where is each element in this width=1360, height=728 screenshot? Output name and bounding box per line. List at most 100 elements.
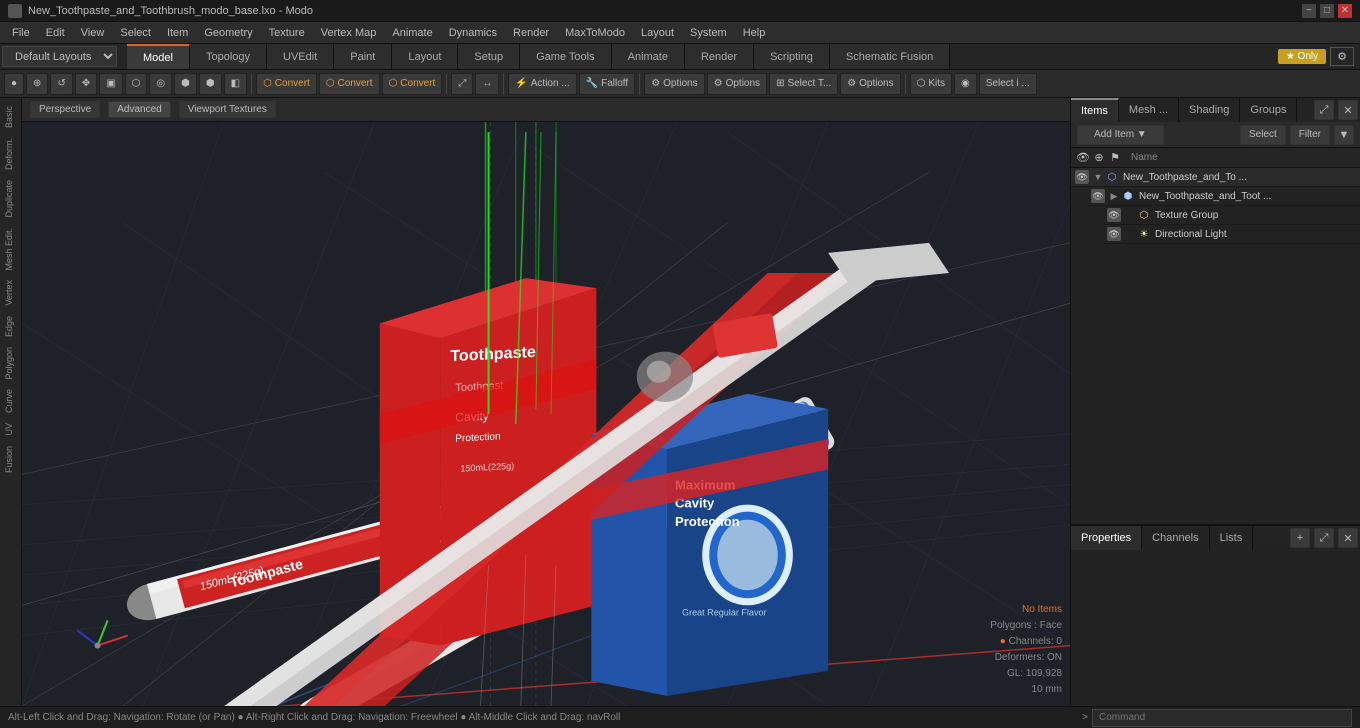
tool-split[interactable]: ◧ (224, 73, 247, 95)
mode-tab-scripting[interactable]: Scripting (754, 44, 830, 69)
sidebar-tab-meshedit[interactable]: Mesh Edit. (2, 224, 20, 275)
mode-tab-topology[interactable]: Topology (190, 44, 267, 69)
move-tool[interactable]: ⤢ (451, 73, 473, 95)
filter-dropdown[interactable]: ▼ (1334, 125, 1354, 145)
menu-item-select[interactable]: Select (112, 25, 159, 41)
expand-arrow[interactable]: ▼ (1093, 172, 1103, 182)
sidebar-tab-edge[interactable]: Edge (2, 312, 20, 341)
tool-crosshair[interactable]: ⊕ (26, 73, 48, 95)
menu-item-dynamics[interactable]: Dynamics (441, 25, 505, 41)
prop-close[interactable]: ✕ (1338, 528, 1358, 548)
tool-select-circle[interactable]: ◎ (149, 73, 172, 95)
window-controls[interactable]: − □ ✕ (1302, 4, 1352, 18)
items-tab-shading[interactable]: Shading (1179, 98, 1240, 122)
list-item[interactable]: 👁 ▼ ⬡ New_Toothpaste_and_To ... (1071, 168, 1360, 187)
mode-tab-paint[interactable]: Paint (334, 44, 392, 69)
items-tab-items[interactable]: Items (1071, 98, 1119, 122)
sidebar-tab-basic[interactable]: Basic (2, 102, 20, 132)
tool-lasso[interactable]: ⬡ (125, 73, 148, 95)
perspective-button[interactable]: Perspective (30, 101, 100, 118)
expand-arrow[interactable]: ▶ (1109, 191, 1119, 201)
menu-item-item[interactable]: Item (159, 25, 196, 41)
mode-tab-schematic-fusion[interactable]: Schematic Fusion (830, 44, 950, 69)
select-button[interactable]: Select (1240, 125, 1286, 145)
mode-tab-setup[interactable]: Setup (458, 44, 520, 69)
mode-tab-uvedit[interactable]: UVEdit (267, 44, 334, 69)
kits-button[interactable]: ⬡ Kits (910, 73, 952, 95)
options-button-1[interactable]: ⚙ Options (644, 73, 704, 95)
tool-move[interactable]: ✥ (75, 73, 97, 95)
options-button-2[interactable]: ⚙ Options (707, 73, 767, 95)
convert-button-2[interactable]: ⬡ Convert (319, 73, 380, 95)
prop-add-button[interactable]: + (1290, 528, 1310, 548)
convert-button-3[interactable]: ⬡ Convert (382, 73, 443, 95)
prop-tab-properties[interactable]: Properties (1071, 526, 1142, 550)
menu-item-edit[interactable]: Edit (38, 25, 73, 41)
advanced-button[interactable]: Advanced (108, 101, 170, 118)
sidebar-tab-duplicate[interactable]: Duplicate (2, 176, 20, 222)
gear-button[interactable]: ⚙ (1330, 47, 1354, 66)
select-i-button[interactable]: ◉ (954, 73, 977, 95)
mode-tab-game-tools[interactable]: Game Tools (520, 44, 612, 69)
sidebar-tab-polygon[interactable]: Polygon (2, 343, 20, 384)
menu-item-geometry[interactable]: Geometry (196, 25, 260, 41)
items-panel-close[interactable]: ✕ (1338, 100, 1358, 120)
list-item[interactable]: 👁 ▶ ⬡ Texture Group (1103, 206, 1360, 225)
menu-item-file[interactable]: File (4, 25, 38, 41)
menu-item-layout[interactable]: Layout (633, 25, 682, 41)
mode-tab-model[interactable]: Model (127, 44, 190, 69)
visibility-icon[interactable]: 👁 (1107, 227, 1121, 241)
prop-maximize[interactable]: ⤢ (1314, 528, 1334, 548)
mode-tab-layout[interactable]: Layout (392, 44, 458, 69)
prop-tab-lists[interactable]: Lists (1210, 526, 1254, 550)
items-tab-groups[interactable]: Groups (1240, 98, 1297, 122)
options-button-3[interactable]: ⚙ Options (840, 73, 900, 95)
menu-item-texture[interactable]: Texture (261, 25, 313, 41)
action-button[interactable]: ⚡ Action ... (508, 73, 576, 95)
tool-mesh2[interactable]: ⬢ (199, 73, 222, 95)
mode-tab-render[interactable]: Render (685, 44, 754, 69)
close-button[interactable]: ✕ (1338, 4, 1352, 18)
sidebar-tab-uv[interactable]: UV (2, 419, 20, 440)
maximize-button[interactable]: □ (1320, 4, 1334, 18)
sidebar-tab-deform[interactable]: Deform. (2, 134, 20, 174)
visibility-icon[interactable]: 👁 (1091, 189, 1105, 203)
visibility-icon[interactable]: 👁 (1107, 208, 1121, 222)
menu-item-help[interactable]: Help (735, 25, 774, 41)
visibility-icon[interactable]: 👁 (1075, 170, 1089, 184)
list-item[interactable]: 👁 ▶ ☀ Directional Light (1103, 225, 1360, 244)
menu-item-system[interactable]: System (682, 25, 735, 41)
items-panel-maximize[interactable]: ⤢ (1314, 100, 1334, 120)
tool-circle[interactable]: ● (4, 73, 24, 95)
command-input[interactable] (1092, 709, 1352, 727)
sidebar-tab-curve[interactable]: Curve (2, 385, 20, 417)
menu-item-view[interactable]: View (73, 25, 113, 41)
viewport[interactable]: Perspective Advanced Viewport Textures (22, 98, 1070, 706)
add-item-button[interactable]: Add Item ▼ (1077, 125, 1164, 145)
minimize-button[interactable]: − (1302, 4, 1316, 18)
menu-item-maxtomodo[interactable]: MaxToModo (557, 25, 633, 41)
viewport-textures-button[interactable]: Viewport Textures (179, 101, 276, 118)
sidebar-tab-vertex[interactable]: Vertex (2, 276, 20, 310)
viewport-canvas[interactable]: Toothpaste 150mL(225g) Toothpaste Toothp… (22, 122, 1070, 706)
scale-tool[interactable]: ↔ (475, 73, 499, 95)
filter-button[interactable]: Filter (1290, 125, 1330, 145)
items-list[interactable]: 👁 ▼ ⬡ New_Toothpaste_and_To ... 👁 ▶ ⬢ Ne… (1071, 168, 1360, 524)
tool-mesh1[interactable]: ⬢ (174, 73, 197, 95)
sidebar-tab-fusion[interactable]: Fusion (2, 442, 20, 477)
select-t-button[interactable]: ⊞ Select T... (769, 73, 838, 95)
prop-tab-channels[interactable]: Channels (1142, 526, 1209, 550)
layout-select[interactable]: Default Layouts (2, 46, 117, 67)
star-only-button[interactable]: ★ Only (1278, 49, 1326, 64)
tool-select-rect[interactable]: ▣ (99, 73, 122, 95)
tool-rotate[interactable]: ↺ (50, 73, 72, 95)
select-icon-button[interactable]: Select i ... (979, 73, 1037, 95)
list-item[interactable]: 👁 ▶ ⬢ New_Toothpaste_and_Toot ... (1087, 187, 1360, 206)
items-tab-mesh[interactable]: Mesh ... (1119, 98, 1179, 122)
menu-item-vertex map[interactable]: Vertex Map (313, 25, 385, 41)
mode-tab-animate[interactable]: Animate (612, 44, 685, 69)
convert-button-1[interactable]: ⬡ Convert (256, 73, 317, 95)
menu-item-render[interactable]: Render (505, 25, 557, 41)
menu-item-animate[interactable]: Animate (384, 25, 440, 41)
falloff-button[interactable]: 🔧 Falloff (579, 73, 636, 95)
